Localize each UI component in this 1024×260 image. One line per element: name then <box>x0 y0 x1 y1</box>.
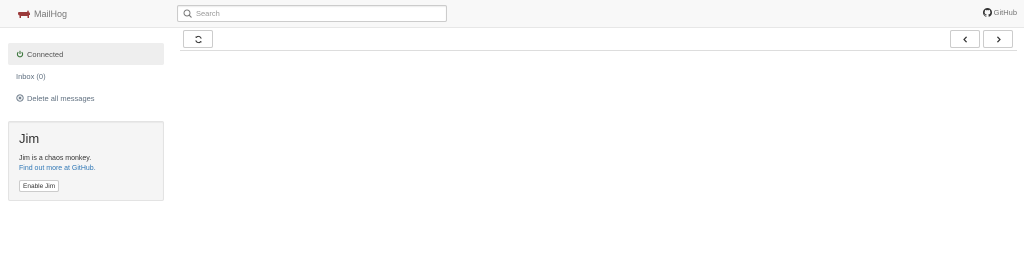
sidebar-item-delete-all[interactable]: Delete all messages <box>8 87 164 109</box>
search-input[interactable] <box>194 6 446 21</box>
brand-link[interactable]: MailHog <box>17 7 67 21</box>
brand-name: MailHog <box>34 9 68 19</box>
sidebar-item-inbox[interactable]: Inbox (0) <box>8 65 164 87</box>
refresh-button[interactable] <box>183 30 213 48</box>
search-box[interactable] <box>177 5 447 22</box>
delete-all-label: Delete all messages <box>27 93 95 103</box>
inbox-label: Inbox (0) <box>16 71 46 81</box>
sidebar-item-connected[interactable]: Connected <box>8 43 164 65</box>
delete-circle-icon <box>16 94 24 102</box>
jim-title: Jim <box>19 131 40 146</box>
refresh-icon <box>194 35 202 43</box>
enable-jim-button[interactable]: Enable Jim <box>19 180 60 192</box>
power-icon <box>16 50 24 58</box>
github-icon <box>982 8 992 17</box>
pig-logo-icon <box>18 10 30 18</box>
next-page-button[interactable] <box>983 30 1013 48</box>
github-link[interactable]: GitHub <box>982 8 1017 17</box>
jim-panel: Jim Jim is a chaos monkey. Find out more… <box>8 121 164 201</box>
search-icon <box>183 9 192 18</box>
jim-description: Jim is a chaos monkey. <box>19 155 92 162</box>
chevron-right-icon <box>996 35 1001 43</box>
chevron-left-icon <box>962 35 967 43</box>
message-toolbar <box>180 29 1017 51</box>
previous-page-button[interactable] <box>950 30 980 48</box>
top-navbar: MailHog GitHub <box>0 0 1024 28</box>
connection-status: Connected <box>27 49 64 59</box>
jim-github-link[interactable]: Find out more at GitHub. <box>19 164 153 174</box>
sidebar: Connected Inbox (0) Delete all messages <box>8 43 164 109</box>
github-label: GitHub <box>993 8 1017 17</box>
